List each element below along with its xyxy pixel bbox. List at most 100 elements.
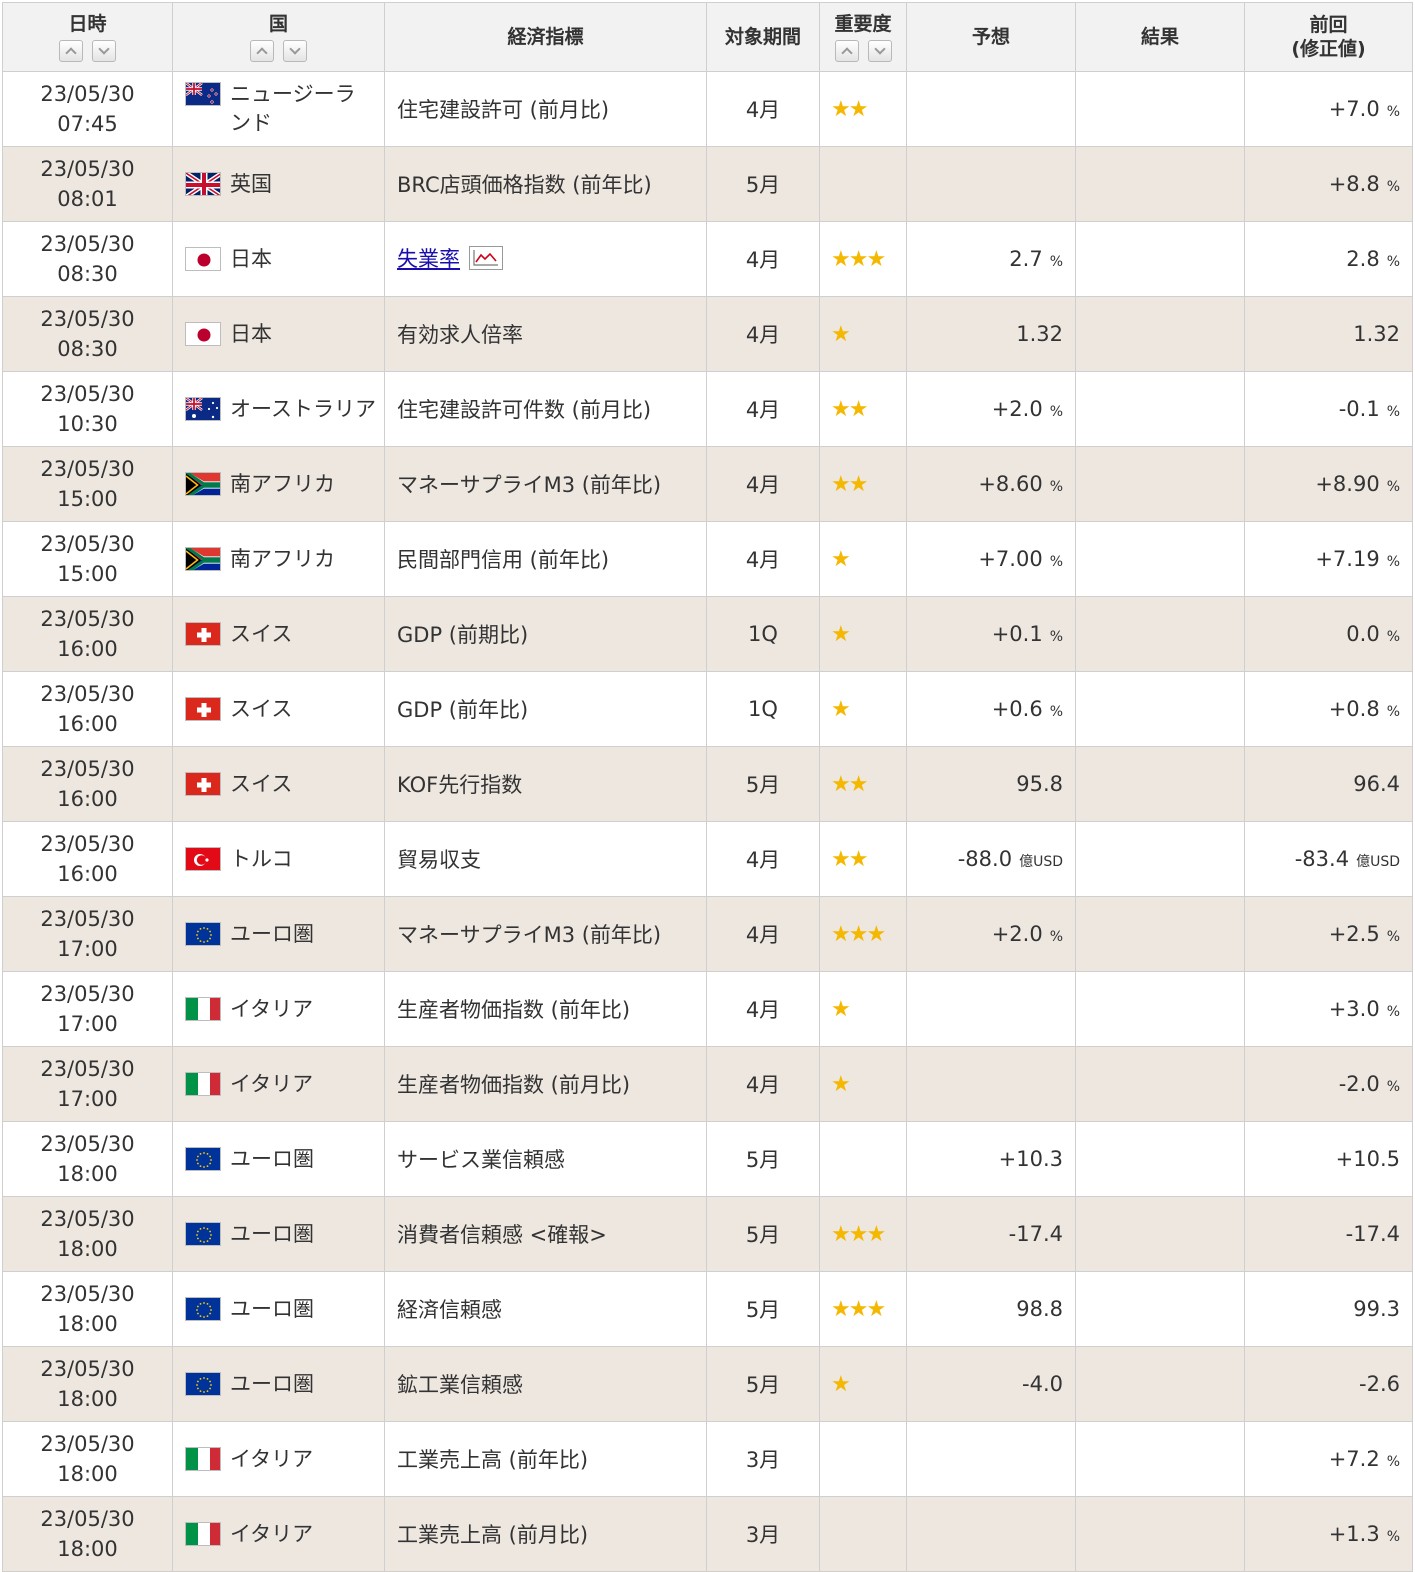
country-cell: イタリア — [172, 971, 385, 1047]
previous-value: +10.5 — [1335, 1147, 1400, 1171]
previous-value: 1.32 — [1353, 322, 1400, 346]
forecast-value: -88.0 — [957, 847, 1013, 871]
indicator-name: 工業売上高 (前月比) — [397, 1523, 589, 1547]
previous-value: +2.5 — [1328, 922, 1380, 946]
event-date: 23/05/30 — [40, 457, 135, 481]
previous-value: -0.1 — [1338, 397, 1380, 421]
indicator-cell: 民間部門信用 (前年比) — [384, 521, 707, 597]
sort-datetime-desc-button[interactable] — [92, 40, 116, 62]
unit-label: % — [1049, 404, 1063, 420]
economic-calendar: 日時 国 経済指標 対象期間 重要度 予想 結果 前回 (修正値) 23/05/… — [2, 2, 1413, 1572]
result-cell — [1075, 371, 1245, 447]
datetime-cell: 23/05/30 18:00 — [2, 1196, 173, 1272]
indicator-cell: 消費者信頼感 <確報> — [384, 1196, 707, 1272]
indicator-name: 住宅建設許可 (前月比) — [397, 98, 610, 122]
datetime-cell: 23/05/30 16:00 — [2, 821, 173, 897]
country-cell: ユーロ圏 — [172, 1121, 385, 1197]
indicator-cell: KOF先行指数 — [384, 746, 707, 822]
unit-label: % — [1386, 479, 1400, 495]
country-name: イタリア — [230, 1071, 314, 1096]
indicator-name: 生産者物価指数 (前年比) — [397, 998, 631, 1022]
sort-country-desc-button[interactable] — [283, 40, 307, 62]
unit-label: % — [1386, 1004, 1400, 1020]
country-cell: イタリア — [172, 1421, 385, 1497]
country-name: 英国 — [230, 171, 272, 196]
result-cell — [1075, 596, 1245, 672]
flag-jp-icon — [185, 321, 221, 346]
table-row: 23/05/30 18:00 ユーロ圏 サービス業信頼感 5月 +10.3 +10.5 — [2, 1121, 1413, 1197]
indicator-cell: 住宅建設許可件数 (前月比) — [384, 371, 707, 447]
datetime-cell: 23/05/30 16:00 — [2, 671, 173, 747]
datetime-cell: 23/05/30 15:00 — [2, 446, 173, 522]
indicator-name: 経済信頼感 — [397, 1298, 502, 1322]
table-row: 23/05/30 16:00 トルコ 貿易収支 4月 ★★ -88.0 億USD -83.4 億U… — [2, 821, 1413, 897]
previous-cell: +7.19% — [1244, 521, 1413, 597]
sort-importance-desc-button[interactable] — [867, 40, 892, 62]
table-row: 23/05/30 08:30 日本 失業率 4月 ★★★ 2.7% 2.8% — [2, 221, 1413, 297]
country-name: イタリア — [230, 1446, 314, 1471]
country-name: 日本 — [230, 246, 272, 271]
indicator-name: 住宅建設許可件数 (前月比) — [397, 398, 652, 422]
datetime-cell: 23/05/30 08:01 — [2, 146, 173, 222]
result-cell — [1075, 446, 1245, 522]
forecast-cell: -17.4 — [906, 1196, 1076, 1272]
importance-sort-controls — [820, 40, 906, 62]
table-row: 23/05/30 16:00 スイス GDP (前期比) 1Q ★ +0.1% 0.0% — [2, 596, 1413, 672]
flag-eu-icon — [185, 921, 221, 946]
col-indicator-label: 経済指標 — [507, 26, 584, 48]
table-row: 23/05/30 07:45 ニュージーランド 住宅建設許可 (前月比) 4月 ★★ +7.… — [2, 71, 1413, 147]
indicator-name: 民間部門信用 (前年比) — [397, 548, 610, 572]
result-cell — [1075, 221, 1245, 297]
country-name: ニュージーランド — [230, 82, 356, 135]
result-cell — [1075, 1421, 1245, 1497]
unit-label: % — [1386, 254, 1400, 270]
country-cell: トルコ — [172, 821, 385, 897]
previous-cell: +8.8% — [1244, 146, 1413, 222]
event-date: 23/05/30 — [40, 1507, 135, 1531]
importance-stars — [819, 1121, 907, 1197]
sort-country-asc-button[interactable] — [250, 40, 274, 62]
chevron-down-icon — [873, 43, 886, 55]
event-date: 23/05/30 — [40, 232, 135, 256]
col-datetime-label: 日時 — [68, 13, 107, 35]
country-name: ユーロ圏 — [230, 1221, 314, 1246]
period-cell: 5月 — [706, 746, 820, 822]
period-cell: 4月 — [706, 821, 820, 897]
event-time: 18:00 — [57, 1387, 118, 1411]
flag-eu-icon — [185, 1296, 221, 1321]
previous-value: -17.4 — [1345, 1222, 1400, 1246]
result-cell — [1075, 896, 1245, 972]
sort-datetime-asc-button[interactable] — [59, 40, 83, 62]
line-chart-icon[interactable] — [468, 245, 503, 275]
unit-label: % — [1386, 1454, 1400, 1470]
previous-value: +7.19 — [1315, 547, 1380, 571]
datetime-sort-controls — [3, 40, 172, 62]
indicator-link[interactable]: 失業率 — [397, 247, 460, 271]
flag-ch-icon — [185, 621, 221, 646]
forecast-value: +8.60 — [978, 472, 1043, 496]
sort-importance-asc-button[interactable] — [834, 40, 859, 62]
previous-cell: -2.6 — [1244, 1346, 1413, 1422]
country-cell: 日本 — [172, 296, 385, 372]
indicator-name: 消費者信頼感 <確報> — [397, 1223, 607, 1247]
event-date: 23/05/30 — [40, 532, 135, 556]
event-time: 10:30 — [57, 412, 118, 436]
col-indicator: 経済指標 — [384, 2, 707, 72]
importance-stars — [819, 1421, 907, 1497]
indicator-name: 有効求人倍率 — [397, 323, 523, 347]
result-cell — [1075, 71, 1245, 147]
country-name: スイス — [230, 771, 293, 796]
forecast-cell: 1.32 — [906, 296, 1076, 372]
period-cell: 3月 — [706, 1421, 820, 1497]
country-cell: イタリア — [172, 1046, 385, 1122]
importance-stars: ★ — [819, 596, 907, 672]
event-date: 23/05/30 — [40, 157, 135, 181]
country-cell: 南アフリカ — [172, 521, 385, 597]
result-cell — [1075, 821, 1245, 897]
importance-stars: ★ — [819, 971, 907, 1047]
importance-stars — [819, 1496, 907, 1572]
result-cell — [1075, 746, 1245, 822]
forecast-cell: +8.60% — [906, 446, 1076, 522]
unit-label: % — [1386, 404, 1400, 420]
event-time: 18:00 — [57, 1537, 118, 1561]
